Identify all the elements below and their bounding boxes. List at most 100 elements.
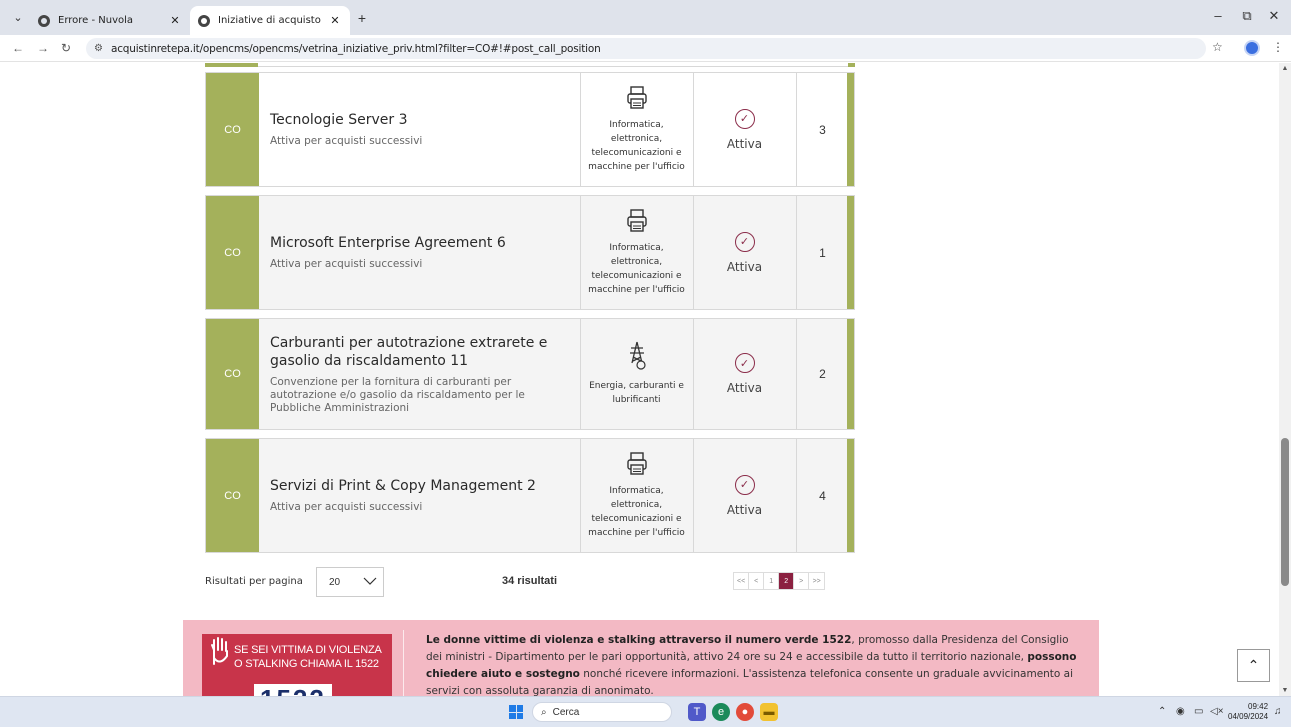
- pagination: << < 1 2 > >>: [733, 572, 826, 590]
- tray-app-icon[interactable]: ◉: [1176, 706, 1185, 717]
- results-per-page-select[interactable]: 20: [316, 567, 384, 597]
- browser-toolbar: ← → ↻ ⚙ acquistinretepa.it/opencms/openc…: [0, 35, 1291, 62]
- edge-icon[interactable]: e: [712, 703, 730, 721]
- scroll-thumb[interactable]: [1281, 438, 1289, 586]
- page-1-button[interactable]: 1: [764, 573, 780, 589]
- initiative-number: 3: [796, 73, 848, 186]
- taskbar-clock[interactable]: 09:42 04/09/2024: [1228, 702, 1268, 722]
- tab-title: Errore - Nuvola: [58, 15, 134, 26]
- next-page-button[interactable]: >: [794, 573, 810, 589]
- initiative-name[interactable]: Microsoft Enterprise Agreement 6: [270, 234, 570, 252]
- reload-icon[interactable]: ↻: [58, 40, 74, 56]
- chevron-down-icon: [363, 577, 377, 585]
- initiative-main: Servizi di Print & Copy Management 2 Att…: [260, 439, 580, 552]
- helpline-1522-image[interactable]: SE SEI VITTIMA DI VIOLENZA O STALKING CH…: [202, 634, 392, 696]
- close-tab-icon[interactable]: ✕: [168, 14, 182, 27]
- row-accent-bar: [847, 319, 854, 429]
- initiative-name[interactable]: Servizi di Print & Copy Management 2: [270, 477, 570, 495]
- initiative-description: Convenzione per la fornitura di carburan…: [270, 375, 525, 414]
- initiative-status: ✓ Attiva: [693, 319, 795, 429]
- initiative-row[interactable]: CO Carburanti per autotrazione extrarete…: [205, 318, 855, 430]
- teams-icon[interactable]: T: [688, 703, 706, 721]
- printer-icon: [626, 208, 647, 232]
- clock-time: 09:42: [1248, 702, 1269, 711]
- initiative-name[interactable]: Tecnologie Server 3: [270, 111, 570, 129]
- check-circle-icon: ✓: [734, 108, 755, 129]
- url-text: acquistinretepa.it/opencms/opencms/vetri…: [110, 42, 601, 55]
- initiative-number: 1: [796, 196, 848, 309]
- violence-helpline-banner: SE SEI VITTIMA DI VIOLENZA O STALKING CH…: [183, 620, 1099, 696]
- initiative-description: Attiva per acquisti successivi: [270, 135, 423, 147]
- initiative-code: CO: [206, 196, 259, 309]
- tab-iniziative-acquisto[interactable]: Iniziative di acquisto - acquisti ✕: [190, 6, 350, 35]
- initiative-description: Attiva per acquisti successivi: [270, 501, 423, 513]
- check-circle-icon: ✓: [734, 353, 755, 373]
- forward-icon[interactable]: →: [35, 40, 51, 56]
- volume-icon[interactable]: ◁×: [1210, 706, 1224, 717]
- minimize-icon[interactable]: –: [1208, 8, 1228, 23]
- site-settings-icon[interactable]: ⚙: [94, 43, 103, 54]
- back-to-top-button[interactable]: ⌃: [1237, 649, 1270, 682]
- new-tab-button[interactable]: +: [352, 9, 372, 27]
- initiative-row[interactable]: CO Microsoft Enterprise Agreement 6 Atti…: [205, 195, 855, 310]
- page-2-button[interactable]: 2: [779, 573, 795, 589]
- globe-icon: [38, 14, 50, 27]
- globe-icon: [198, 14, 210, 27]
- printer-icon: [626, 85, 647, 109]
- category-label: Energia, carburanti e lubrificanti: [589, 381, 684, 405]
- chrome-icon[interactable]: ●: [736, 703, 754, 721]
- tab-search-chevron-icon[interactable]: ⌄: [8, 9, 28, 27]
- printer-icon: [626, 451, 647, 475]
- initiative-main: Carburanti per autotrazione extrarete e …: [260, 319, 580, 429]
- close-window-icon[interactable]: ✕: [1264, 8, 1284, 24]
- close-tab-icon[interactable]: ✕: [328, 14, 342, 27]
- initiative-category: Informatica, elettronica, telecomunicazi…: [580, 196, 692, 309]
- windows-start-icon[interactable]: [509, 705, 523, 719]
- initiative-category: Informatica, elettronica, telecomunicazi…: [580, 439, 692, 552]
- row-accent-bar: [847, 196, 854, 309]
- initiative-name[interactable]: Carburanti per autotrazione extrarete e …: [270, 334, 570, 370]
- results-count: 34 risultati: [502, 575, 558, 587]
- tray-chevron-up-icon[interactable]: ⌃: [1158, 706, 1166, 717]
- initiative-number: 4: [796, 439, 848, 552]
- clock-date: 04/09/2024: [1228, 712, 1269, 721]
- initiative-code: CO: [206, 319, 259, 429]
- raised-hand-icon: [211, 637, 228, 665]
- last-page-button[interactable]: >>: [809, 573, 824, 589]
- initiative-row[interactable]: CO Tecnologie Server 3 Attiva per acquis…: [205, 72, 855, 187]
- banner-divider: [403, 630, 404, 696]
- search-icon: ⌕: [541, 706, 547, 718]
- check-circle-icon: ✓: [734, 231, 755, 252]
- energy-pylon-icon: [629, 341, 646, 370]
- scroll-down-icon[interactable]: ▼: [1281, 687, 1289, 694]
- address-bar[interactable]: ⚙ acquistinretepa.it/opencms/opencms/vet…: [86, 38, 1206, 59]
- restore-icon[interactable]: ⧉: [1237, 8, 1257, 24]
- tab-errore-nuvola[interactable]: Errore - Nuvola ✕: [30, 6, 190, 35]
- row-accent-bar: [847, 73, 854, 186]
- banner-text: Le donne vittime di violenza e stalking …: [426, 632, 1086, 696]
- helpline-number: 1522: [254, 684, 332, 696]
- profile-avatar[interactable]: [1244, 40, 1260, 56]
- initiative-row[interactable]: CO Servizi di Print & Copy Management 2 …: [205, 438, 855, 553]
- notification-bell-icon[interactable]: ♫: [1274, 706, 1282, 717]
- page-scrollbar[interactable]: ▲ ▼: [1279, 63, 1291, 696]
- network-icon[interactable]: ▭: [1194, 706, 1203, 717]
- back-icon[interactable]: ←: [10, 40, 26, 56]
- first-page-button[interactable]: <<: [734, 573, 750, 589]
- initiative-category: Informatica, elettronica, telecomunicazi…: [580, 73, 692, 186]
- initiative-status: ✓ Attiva: [693, 73, 795, 186]
- prev-page-button[interactable]: <: [749, 573, 765, 589]
- initiative-main: Microsoft Enterprise Agreement 6 Attiva …: [260, 196, 580, 309]
- initiative-status: ✓ Attiva: [693, 196, 795, 309]
- tab-title: Iniziative di acquisto - acquisti: [218, 15, 322, 26]
- file-explorer-icon[interactable]: ▬: [760, 703, 778, 721]
- bookmark-star-icon[interactable]: ☆: [1212, 40, 1223, 54]
- taskbar-search[interactable]: ⌕ Cerca: [532, 702, 672, 722]
- menu-kebab-icon[interactable]: ⋮: [1272, 40, 1284, 54]
- browser-tab-strip: ⌄ Errore - Nuvola ✕ Iniziative di acquis…: [0, 0, 1291, 35]
- helpline-image-text: SE SEI VITTIMA DI VIOLENZA O STALKING CH…: [234, 644, 382, 670]
- scroll-up-icon[interactable]: ▲: [1281, 65, 1289, 72]
- initiative-category: Energia, carburanti e lubrificanti: [580, 319, 692, 429]
- windows-taskbar: ⌕ Cerca T e ● ▬ ⌃ ◉ ▭ ◁× 09:42 04/09/202…: [0, 696, 1291, 727]
- taskbar-search-text: Cerca: [552, 706, 580, 718]
